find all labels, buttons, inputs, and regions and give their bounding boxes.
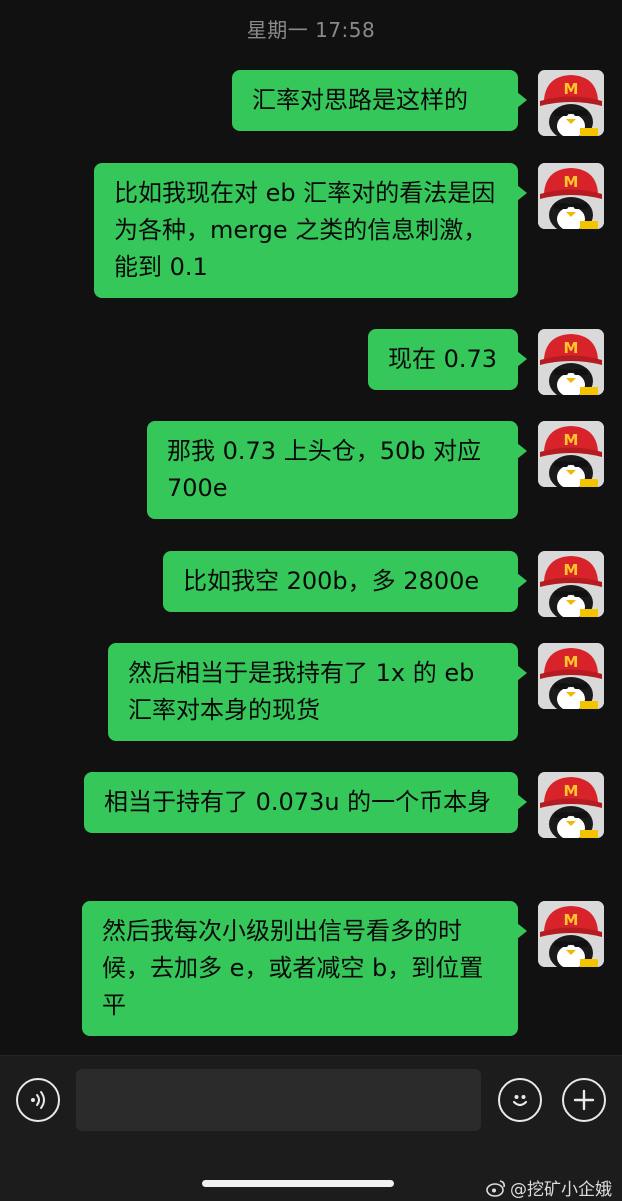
- message-row: 然后相当于是我持有了 1x 的 eb 汇率对本身的现货 M: [108, 643, 604, 741]
- home-indicator[interactable]: [202, 1180, 394, 1187]
- avatar[interactable]: M: [538, 163, 604, 229]
- message-bubble[interactable]: 比如我现在对 eb 汇率对的看法是因为各种，merge 之类的信息刺激，能到 0…: [94, 163, 527, 298]
- avatar[interactable]: M: [538, 421, 604, 487]
- penguin-mcdonalds-avatar-icon: M: [538, 901, 604, 967]
- svg-text:M: M: [564, 339, 579, 357]
- message-bubble[interactable]: 相当于持有了 0.073u 的一个币本身: [84, 772, 527, 833]
- message-row: 那我 0.73 上头仓，50b 对应 700e M: [147, 421, 604, 519]
- avatar[interactable]: M: [538, 70, 604, 136]
- avatar[interactable]: M: [538, 551, 604, 617]
- message-bubble[interactable]: 那我 0.73 上头仓，50b 对应 700e: [147, 421, 527, 519]
- chat-area: 汇率对思路是这样的 M 比如我现在对 eb 汇率对的看法是因为各种，merge …: [0, 0, 622, 1055]
- svg-text:M: M: [564, 653, 579, 671]
- emoji-button[interactable]: [498, 1078, 542, 1122]
- voice-icon: [31, 1091, 45, 1109]
- message-bubble[interactable]: 然后相当于是我持有了 1x 的 eb 汇率对本身的现货: [108, 643, 527, 741]
- message-bubble[interactable]: 比如我空 200b，多 2800e: [163, 551, 527, 612]
- plus-icon: [573, 1089, 595, 1111]
- message-bubble[interactable]: 现在 0.73: [368, 329, 527, 390]
- penguin-mcdonalds-avatar-icon: M: [538, 772, 604, 838]
- penguin-mcdonalds-avatar-icon: M: [538, 551, 604, 617]
- penguin-mcdonalds-avatar-icon: M: [538, 421, 604, 487]
- avatar[interactable]: M: [538, 772, 604, 838]
- message-row: 相当于持有了 0.073u 的一个币本身 M: [84, 772, 604, 838]
- message-input[interactable]: [76, 1069, 481, 1131]
- weibo-icon: [486, 1179, 505, 1197]
- more-options-button[interactable]: [562, 1078, 606, 1122]
- svg-text:M: M: [564, 782, 579, 800]
- svg-text:M: M: [564, 911, 579, 929]
- penguin-mcdonalds-avatar-icon: M: [538, 643, 604, 709]
- emoji-icon: [512, 1095, 528, 1107]
- watermark-text: @挖矿小企娥: [510, 1180, 612, 1200]
- svg-text:M: M: [564, 431, 579, 449]
- svg-text:M: M: [564, 173, 579, 191]
- penguin-mcdonalds-avatar-icon: M: [538, 329, 604, 395]
- avatar[interactable]: M: [538, 329, 604, 395]
- input-toolbar: @挖矿小企娥: [0, 1055, 622, 1201]
- message-bubble[interactable]: 汇率对思路是这样的: [232, 70, 527, 131]
- svg-text:M: M: [564, 561, 579, 579]
- message-row: 比如我空 200b，多 2800e M: [163, 551, 604, 617]
- message-row: 然后我每次小级别出信号看多的时候，去加多 e，或者减空 b，到位置平 M: [82, 901, 604, 1036]
- avatar[interactable]: M: [538, 901, 604, 967]
- penguin-mcdonalds-avatar-icon: M: [538, 163, 604, 229]
- message-row: 现在 0.73 M: [368, 329, 604, 395]
- watermark: @挖矿小企娥: [486, 1175, 612, 1200]
- svg-text:M: M: [564, 80, 579, 98]
- message-row: 汇率对思路是这样的 M: [232, 70, 604, 136]
- voice-button[interactable]: [16, 1078, 60, 1122]
- message-bubble[interactable]: 然后我每次小级别出信号看多的时候，去加多 e，或者减空 b，到位置平: [82, 901, 527, 1036]
- avatar[interactable]: M: [538, 643, 604, 709]
- message-row: 比如我现在对 eb 汇率对的看法是因为各种，merge 之类的信息刺激，能到 0…: [94, 163, 604, 298]
- penguin-mcdonalds-avatar-icon: M: [538, 70, 604, 136]
